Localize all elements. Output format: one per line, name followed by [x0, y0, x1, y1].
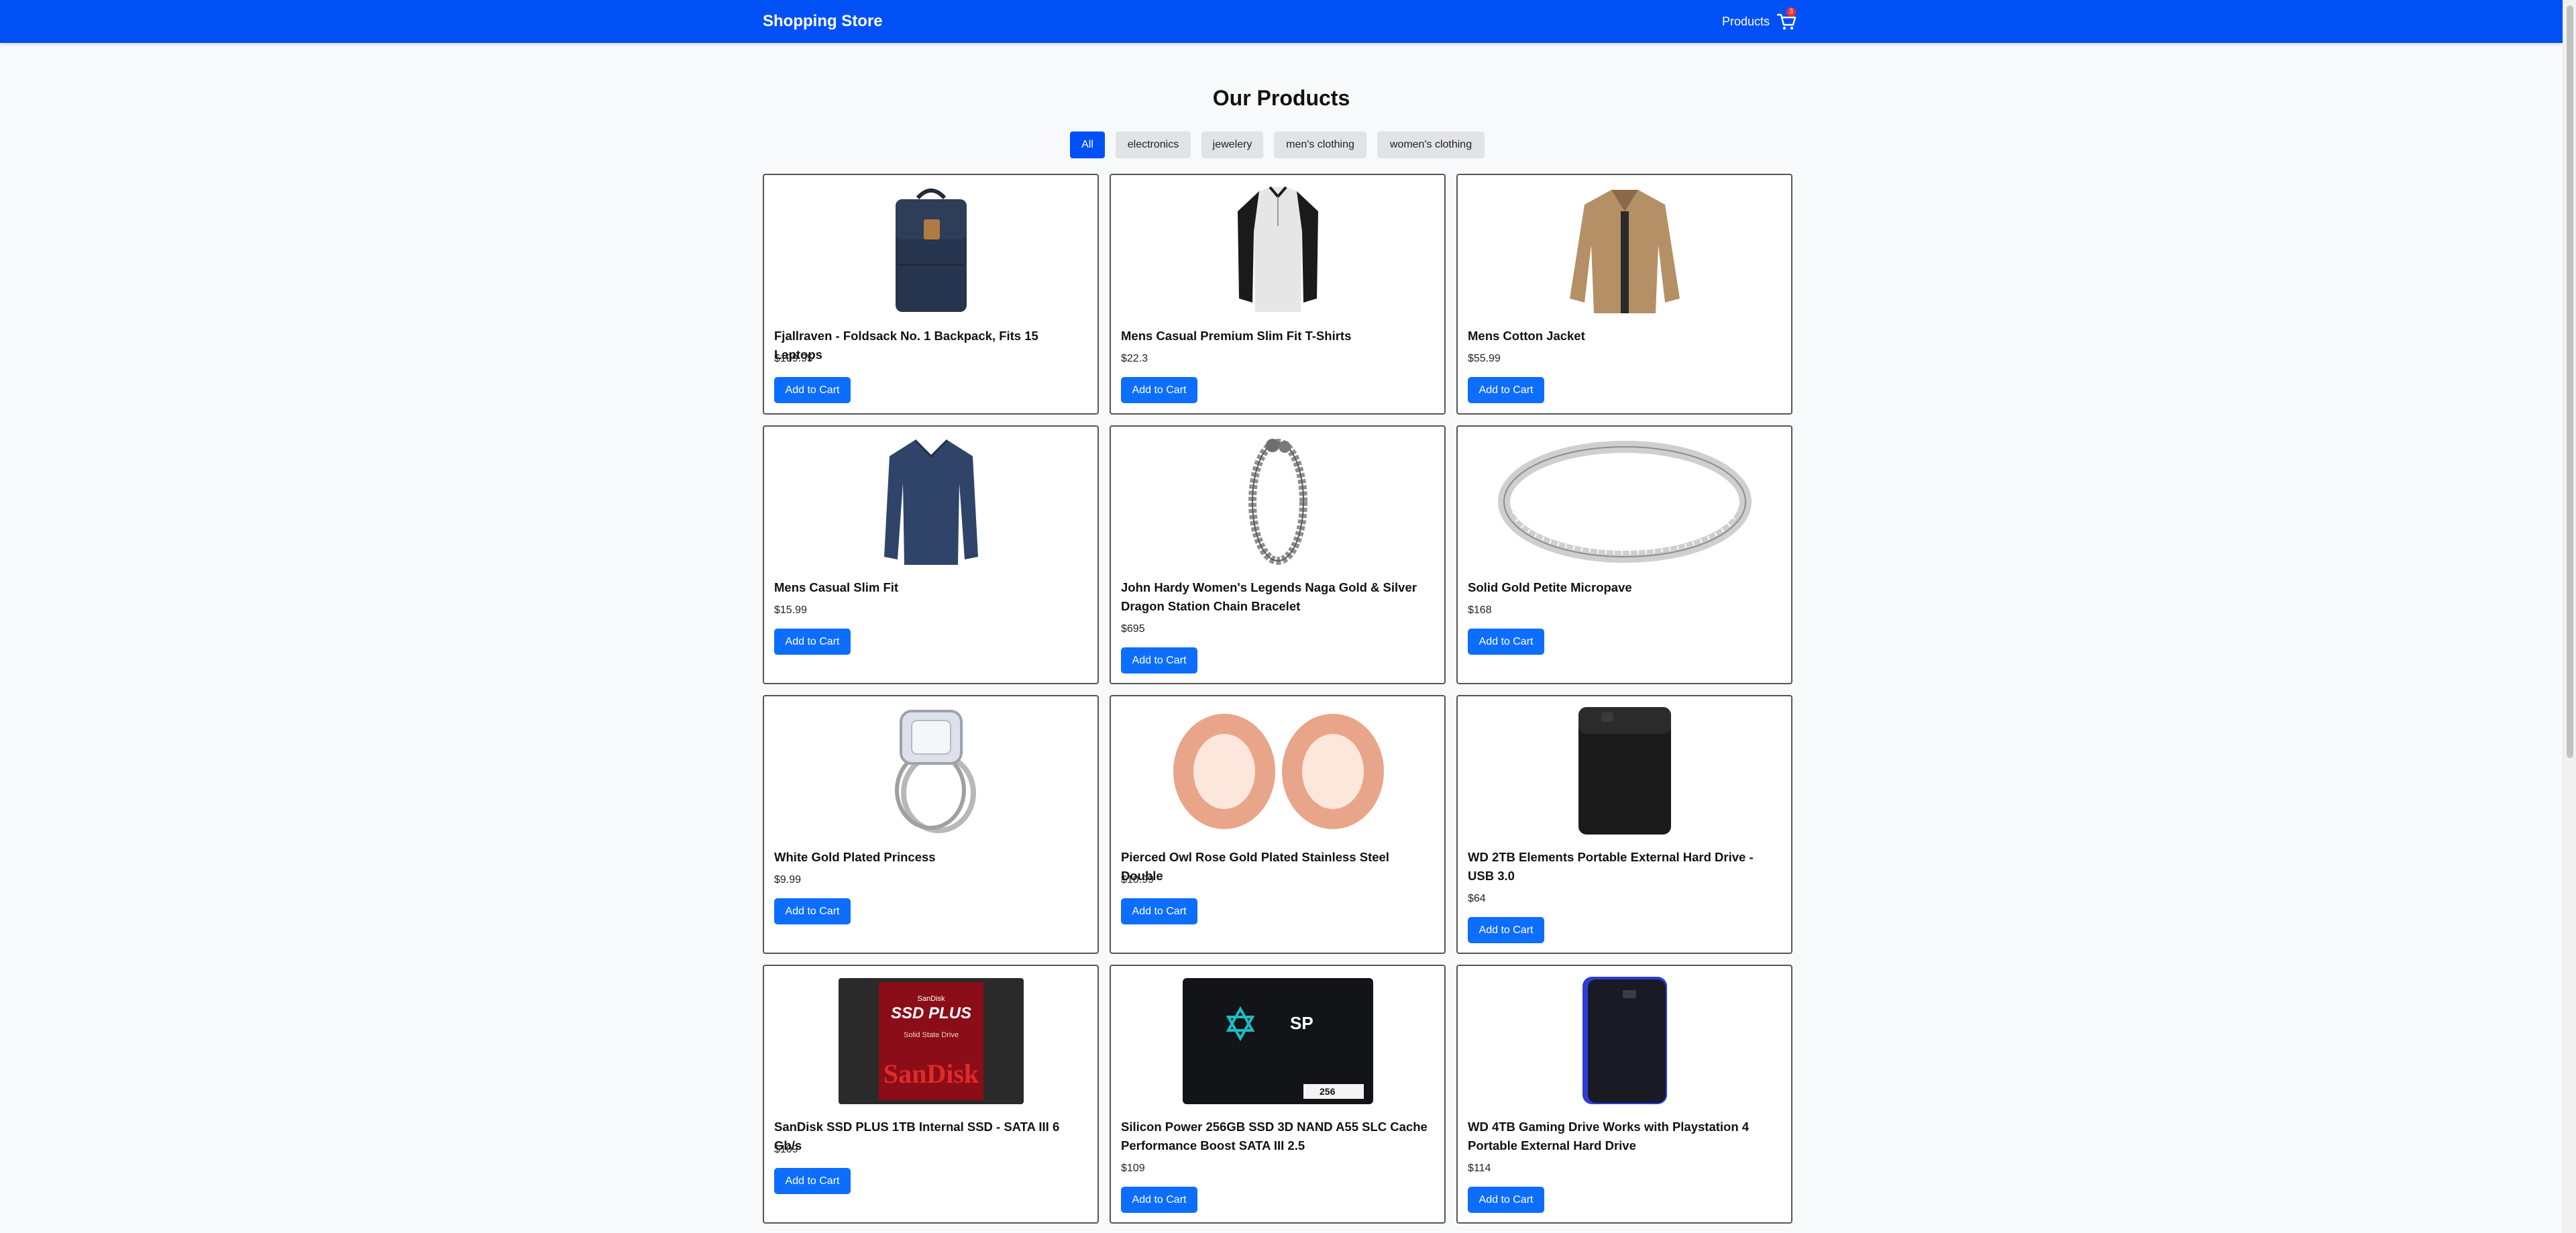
- product-image: [1111, 706, 1444, 837]
- brand-logo[interactable]: Shopping Store: [763, 11, 883, 32]
- sandisk-top-text: SanDisk: [917, 995, 945, 1003]
- sandisk-model-text: SSD PLUS: [890, 1004, 971, 1022]
- page-title: Our Products: [1212, 86, 1350, 110]
- product-card: John Hardy Women's Legends Naga Gold & S…: [1110, 425, 1446, 684]
- jacket-image: [1569, 190, 1680, 313]
- product-price: $114: [1468, 1163, 1491, 1174]
- product-card: Solid Gold Petite Micropave $168 Add to …: [1456, 425, 1792, 684]
- bracelet-image: [1248, 439, 1307, 565]
- product-title[interactable]: WD 2TB Elements Portable External Hard D…: [1468, 848, 1781, 886]
- product-image: [1458, 706, 1791, 837]
- ssd-sandisk-image: SanDisk SSD PLUS Solid State Drive SanDi…: [838, 978, 1024, 1104]
- product-image: SP 256: [1111, 975, 1444, 1107]
- sp-capacity-text: 256: [1320, 1086, 1336, 1097]
- product-price: $22.3: [1121, 353, 1148, 364]
- add-to-cart-button[interactable]: Add to Cart: [774, 377, 851, 403]
- product-title[interactable]: Silicon Power 256GB SSD 3D NAND A55 SLC …: [1121, 1118, 1434, 1155]
- add-to-cart-button[interactable]: Add to Cart: [1121, 898, 1197, 924]
- product-price: $109: [1121, 1163, 1145, 1174]
- product-title[interactable]: Mens Cotton Jacket: [1468, 327, 1781, 345]
- product-card: WD 4TB Gaming Drive Works with Playstati…: [1456, 965, 1792, 1224]
- filter-electronics-button[interactable]: electronics: [1116, 131, 1191, 158]
- ssd-sp-image: SP 256: [1182, 978, 1373, 1104]
- product-price: $15.99: [774, 604, 807, 616]
- product-card: Mens Cotton Jacket $55.99 Add to Cart: [1456, 174, 1792, 415]
- page-scrollbar[interactable]: [2563, 0, 2576, 1233]
- product-price: $10.99: [1121, 874, 1154, 886]
- product-image: [764, 184, 1097, 316]
- filter-jewelery-button[interactable]: jewelery: [1201, 131, 1263, 158]
- product-image: [1458, 975, 1791, 1107]
- product-image: [764, 706, 1097, 837]
- product-title[interactable]: SanDisk SSD PLUS 1TB Internal SSD - SATA…: [774, 1118, 1087, 1155]
- add-to-cart-button[interactable]: Add to Cart: [774, 1168, 851, 1194]
- backpack-image: [895, 189, 967, 312]
- add-to-cart-button[interactable]: Add to Cart: [1468, 1187, 1544, 1213]
- sandisk-sub-text: Solid State Drive: [904, 1031, 959, 1039]
- product-price: $55.99: [1468, 353, 1501, 364]
- add-to-cart-button[interactable]: Add to Cart: [1121, 647, 1197, 674]
- product-title[interactable]: Fjallraven - Foldsack No. 1 Backpack, Fi…: [774, 327, 1087, 364]
- ring-princess-image: [894, 710, 976, 833]
- add-to-cart-button[interactable]: Add to Cart: [1121, 377, 1197, 403]
- sp-logo-text: SP: [1290, 1013, 1313, 1033]
- product-card: Mens Casual Slim Fit $15.99 Add to Cart: [763, 425, 1099, 684]
- product-price: $109: [774, 1144, 798, 1155]
- product-price: $9.99: [774, 874, 802, 886]
- add-to-cart-button[interactable]: Add to Cart: [1121, 1187, 1197, 1213]
- product-price: $695: [1121, 623, 1145, 635]
- product-card: Pierced Owl Rose Gold Plated Stainless S…: [1110, 695, 1446, 954]
- add-to-cart-button[interactable]: Add to Cart: [774, 629, 851, 655]
- hdd-blue-image: [1582, 977, 1667, 1104]
- add-to-cart-button[interactable]: Add to Cart: [1468, 377, 1544, 403]
- product-card: SP 256 Silicon Power 256GB SSD 3D NAND A…: [1110, 965, 1446, 1224]
- product-card: Mens Casual Premium Slim Fit T-Shirts $2…: [1110, 174, 1446, 415]
- product-image: [1111, 436, 1444, 568]
- longsleeve-image: [883, 439, 978, 565]
- sandisk-brand-text: SanDisk: [883, 1059, 979, 1089]
- product-price: $109.95: [774, 353, 813, 364]
- product-price: $168: [1468, 604, 1492, 616]
- products-link[interactable]: Products: [1722, 13, 1770, 30]
- product-title[interactable]: Mens Casual Slim Fit: [774, 578, 1087, 597]
- product-image: SanDisk SSD PLUS Solid State Drive SanDi…: [764, 975, 1097, 1107]
- product-card: White Gold Plated Princess $9.99 Add to …: [763, 695, 1099, 954]
- add-to-cart-button[interactable]: Add to Cart: [1468, 917, 1544, 943]
- product-image: [1458, 436, 1791, 568]
- product-card: SanDisk SSD PLUS Solid State Drive SanDi…: [763, 965, 1099, 1224]
- product-card: Fjallraven - Foldsack No. 1 Backpack, Fi…: [763, 174, 1099, 415]
- hdd-black-image: [1578, 707, 1671, 835]
- product-price: $64: [1468, 893, 1486, 904]
- product-image: [764, 436, 1097, 568]
- product-image: [1111, 184, 1444, 316]
- product-image: [1458, 184, 1791, 316]
- product-title[interactable]: WD 4TB Gaming Drive Works with Playstati…: [1468, 1118, 1781, 1155]
- product-title[interactable]: Solid Gold Petite Micropave: [1468, 578, 1781, 597]
- tshirt-image: [1237, 186, 1318, 312]
- add-to-cart-button[interactable]: Add to Cart: [1468, 629, 1544, 655]
- cart-count-badge: 3: [1786, 7, 1796, 17]
- plugs-image: [1173, 714, 1384, 829]
- filter-womens-clothing-button[interactable]: women's clothing: [1377, 131, 1485, 158]
- product-title[interactable]: John Hardy Women's Legends Naga Gold & S…: [1121, 578, 1434, 616]
- product-card: WD 2TB Elements Portable External Hard D…: [1456, 695, 1792, 954]
- ring-band-image: [1497, 441, 1752, 563]
- add-to-cart-button[interactable]: Add to Cart: [774, 898, 851, 924]
- product-title[interactable]: Pierced Owl Rose Gold Plated Stainless S…: [1121, 848, 1434, 886]
- scrollbar-thumb[interactable]: [2567, 5, 2573, 758]
- product-title[interactable]: Mens Casual Premium Slim Fit T-Shirts: [1121, 327, 1434, 345]
- filter-all-button[interactable]: All: [1070, 131, 1105, 158]
- filter-mens-clothing-button[interactable]: men's clothing: [1274, 131, 1366, 158]
- navbar: Shopping Store Products 3: [0, 0, 2563, 43]
- product-title[interactable]: White Gold Plated Princess: [774, 848, 1087, 867]
